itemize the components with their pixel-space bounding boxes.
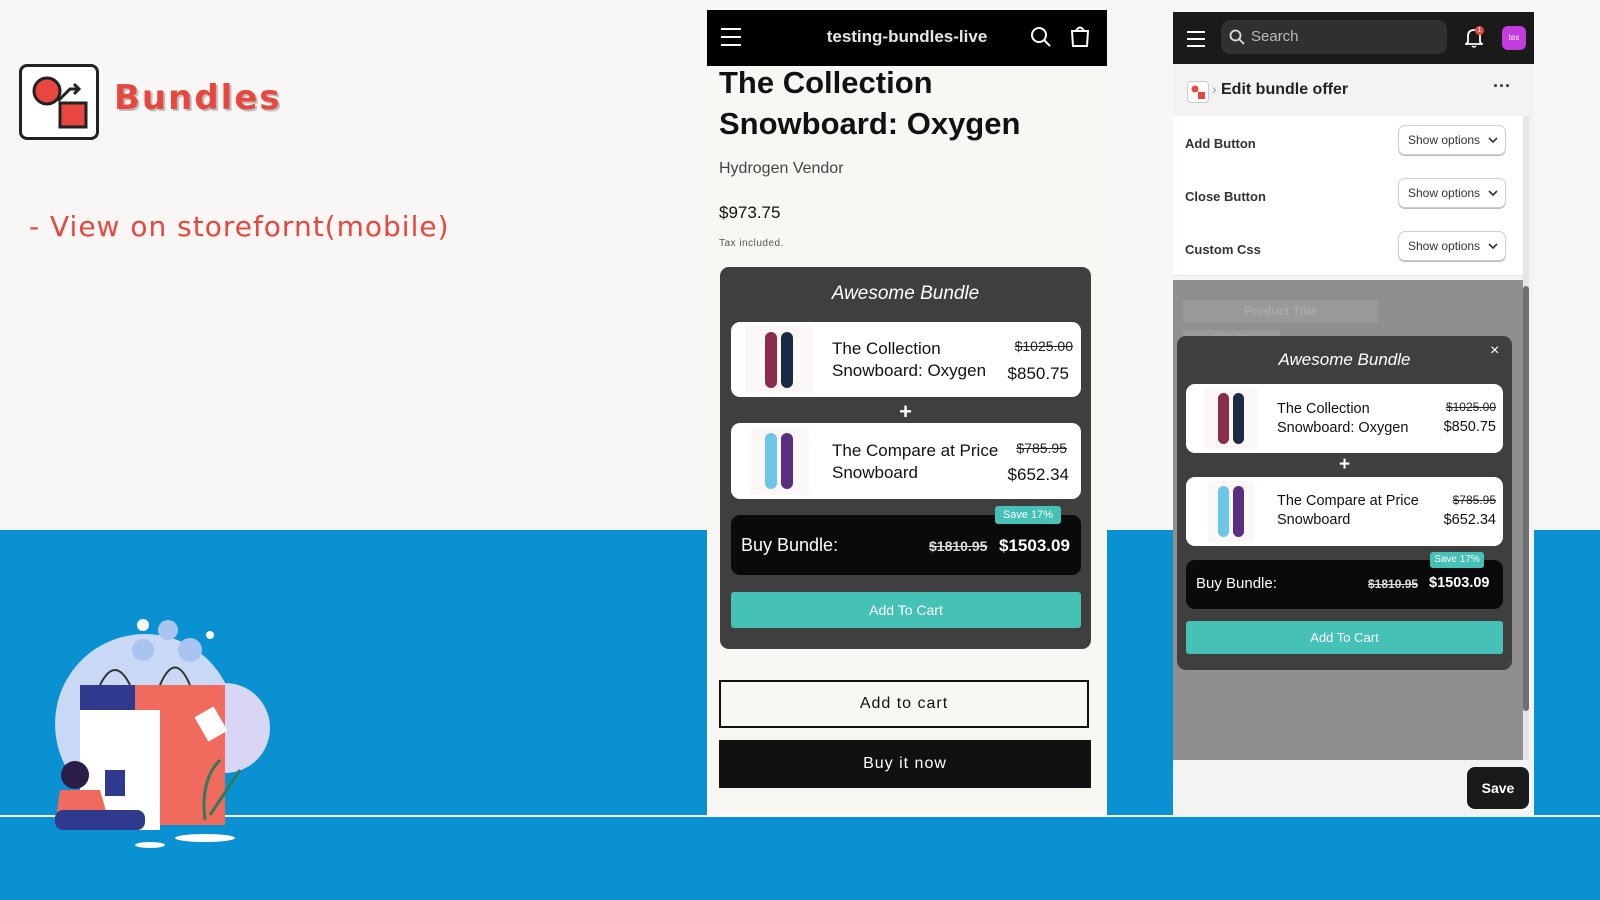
item-name: The Collection Snowboard: Oxygen: [1277, 401, 1409, 436]
bundle-total-old: $1810.95: [1368, 577, 1419, 591]
row-label: Close Button: [1185, 189, 1266, 204]
buy-it-now-button[interactable]: Buy it now: [719, 740, 1091, 788]
bundle-add-to-cart-button[interactable]: Add To Cart: [731, 592, 1081, 628]
snowboard-image: [745, 326, 813, 393]
scrollbar[interactable]: [1523, 116, 1529, 760]
cart-icon[interactable]: [1069, 24, 1091, 48]
bundle-item[interactable]: The Compare at Price Snowboard $785.95 $…: [731, 423, 1081, 499]
bundle-item[interactable]: The Compare at Price Snowboard $785.95 $…: [1186, 477, 1503, 546]
snowboard-image: [1208, 481, 1254, 542]
chevron-down-icon: [1488, 190, 1498, 197]
row-label: Custom Css: [1185, 242, 1261, 257]
search-icon: [1229, 29, 1245, 45]
tax-note: Tax included.: [719, 238, 784, 249]
row-label: Add Button: [1185, 136, 1256, 151]
settings-row: Custom Css Show options: [1173, 222, 1524, 276]
admin-panel: Search 1 tes › Edit bundle offer ··· Add…: [1173, 12, 1534, 817]
show-options-button[interactable]: Show options: [1398, 178, 1506, 208]
page-header: › Edit bundle offer ···: [1173, 64, 1534, 116]
plus-sign: +: [1338, 454, 1351, 475]
show-options-button[interactable]: Show options: [1398, 231, 1506, 261]
item-new-price: $850.75: [1007, 364, 1069, 383]
avatar[interactable]: tes: [1502, 26, 1526, 50]
bundle-item[interactable]: The Collection Snowboard: Oxygen $1025.0…: [731, 322, 1081, 397]
storefront-mobile: testing-bundles-live The Collection Snow…: [707, 10, 1107, 815]
search-input[interactable]: Search: [1221, 20, 1447, 54]
item-name: The Compare at Price Snowboard: [832, 441, 999, 482]
search-placeholder: Search: [1251, 28, 1299, 45]
menu-icon[interactable]: [1187, 31, 1205, 47]
admin-topbar: Search 1 tes: [1173, 12, 1534, 64]
settings-row: Add Button Show options: [1173, 116, 1524, 170]
buy-bundle-label: Buy Bundle:: [1196, 575, 1277, 592]
product-vendor: Hydrogen Vendor: [719, 160, 844, 177]
show-options-label: Show options: [1408, 186, 1481, 200]
bundle-item[interactable]: The Collection Snowboard: Oxygen $1025.0…: [1186, 384, 1503, 453]
snowboard-image: [1204, 388, 1258, 449]
item-name: The Compare at Price Snowboard: [1277, 493, 1419, 528]
bundle-title: Awesome Bundle: [1278, 350, 1411, 369]
save-button[interactable]: Save: [1467, 767, 1529, 809]
ghost-product-title: Product Title: [1183, 300, 1378, 322]
shopping-illustration: [55, 619, 270, 848]
item-name: The Collection Snowboard: Oxygen: [832, 339, 987, 380]
add-to-cart-button[interactable]: Add to cart: [719, 680, 1089, 728]
product-title: The Collection Snowboard: Oxygen: [719, 65, 1021, 141]
save-badge: Save 17%: [1430, 552, 1484, 568]
bundle-add-to-cart-button[interactable]: Add To Cart: [1186, 621, 1503, 654]
show-options-label: Show options: [1408, 133, 1481, 147]
save-badge: Save 17%: [995, 506, 1061, 524]
page-title: Edit bundle offer: [1221, 81, 1349, 98]
bundle-popup-preview: Awesome Bundle × The Collection Snowboar…: [1177, 336, 1512, 670]
close-icon[interactable]: ×: [1490, 342, 1499, 360]
chevron-down-icon: [1488, 243, 1498, 250]
buy-bundle-row: Buy Bundle: $1810.95 $1503.09: [731, 515, 1081, 575]
app-icon: [1187, 81, 1209, 103]
notification-badge: 1: [1475, 26, 1484, 35]
plus-sign: +: [899, 399, 912, 424]
product-price: $973.75: [719, 203, 781, 222]
store-header: testing-bundles-live: [707, 10, 1107, 66]
item-old-price: $1025.00: [1014, 338, 1073, 354]
buy-bundle-label: Buy Bundle:: [741, 535, 839, 555]
item-new-price: $652.34: [1007, 465, 1069, 484]
brand-name: Bundles: [114, 78, 282, 118]
bundle-total-old: $1810.95: [929, 538, 988, 554]
item-old-price: $785.95: [1016, 440, 1067, 456]
bundle-widget: Awesome Bundle The Collection Snowboard:…: [720, 267, 1091, 649]
bundle-total-new: $1503.09: [999, 536, 1070, 555]
bundle-title: Awesome Bundle: [831, 283, 980, 304]
search-icon[interactable]: [1030, 26, 1052, 48]
more-actions-button[interactable]: ···: [1493, 76, 1511, 97]
chevron-right-icon: ›: [1212, 81, 1217, 97]
bundle-total-new: $1503.09: [1429, 575, 1490, 591]
chevron-down-icon: [1488, 137, 1498, 144]
show-options-label: Show options: [1408, 239, 1481, 253]
item-new-price: $652.34: [1443, 512, 1496, 528]
show-options-button[interactable]: Show options: [1398, 125, 1506, 155]
bundles-logo-icon: [19, 64, 99, 140]
page-subtitle: - View on storefornt(mobile): [29, 210, 450, 243]
item-old-price: $1025.00: [1445, 400, 1496, 414]
settings-row: Close Button Show options: [1173, 169, 1524, 223]
item-old-price: $785.95: [1452, 493, 1496, 507]
snowboard-image: [751, 427, 809, 495]
item-new-price: $850.75: [1443, 419, 1496, 435]
